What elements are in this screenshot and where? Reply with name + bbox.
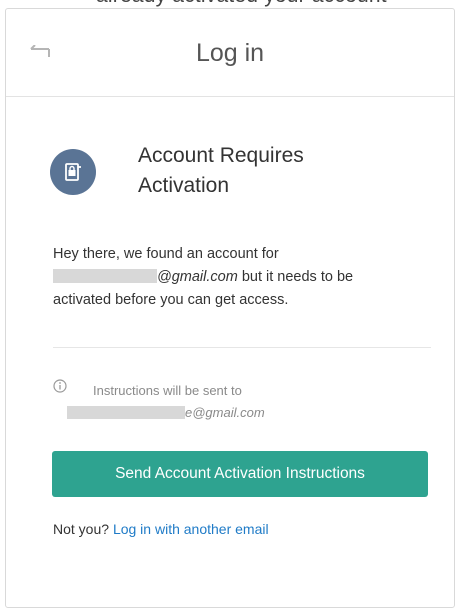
activation-message: Hey there, we found an account for @gmai… [53,243,413,312]
activation-info: Account Requires Activation [50,141,430,221]
redacted-email [53,269,157,283]
page-title: Log in [195,39,265,67]
send-activation-button[interactable]: Send Account Activation Instructions [52,451,428,497]
activation-heading: Account Requires Activation [138,144,304,197]
redacted-notice-email [67,406,185,419]
login-another-email-link[interactable]: Log in with another email [113,521,269,537]
message-email: @gmail.com [157,269,238,285]
modal-header: Log in [6,9,454,97]
notice-email-suffix: e@gmail.com [185,405,265,420]
background-text-fragment: already activated your account [96,0,387,8]
info-circle-icon [53,379,67,393]
divider [53,347,431,348]
notice-text: Instructions will be sent to [93,383,242,398]
not-you-label: Not you? [53,521,113,537]
login-modal: Log in Account Requires Activation Hey t… [5,8,455,608]
notice-email: e@gmail.com [67,405,265,420]
alternate-login: Not you? Log in with another email [53,521,269,537]
message-prefix: Hey there, we found an account for [53,246,279,262]
lock-icon [50,149,96,195]
